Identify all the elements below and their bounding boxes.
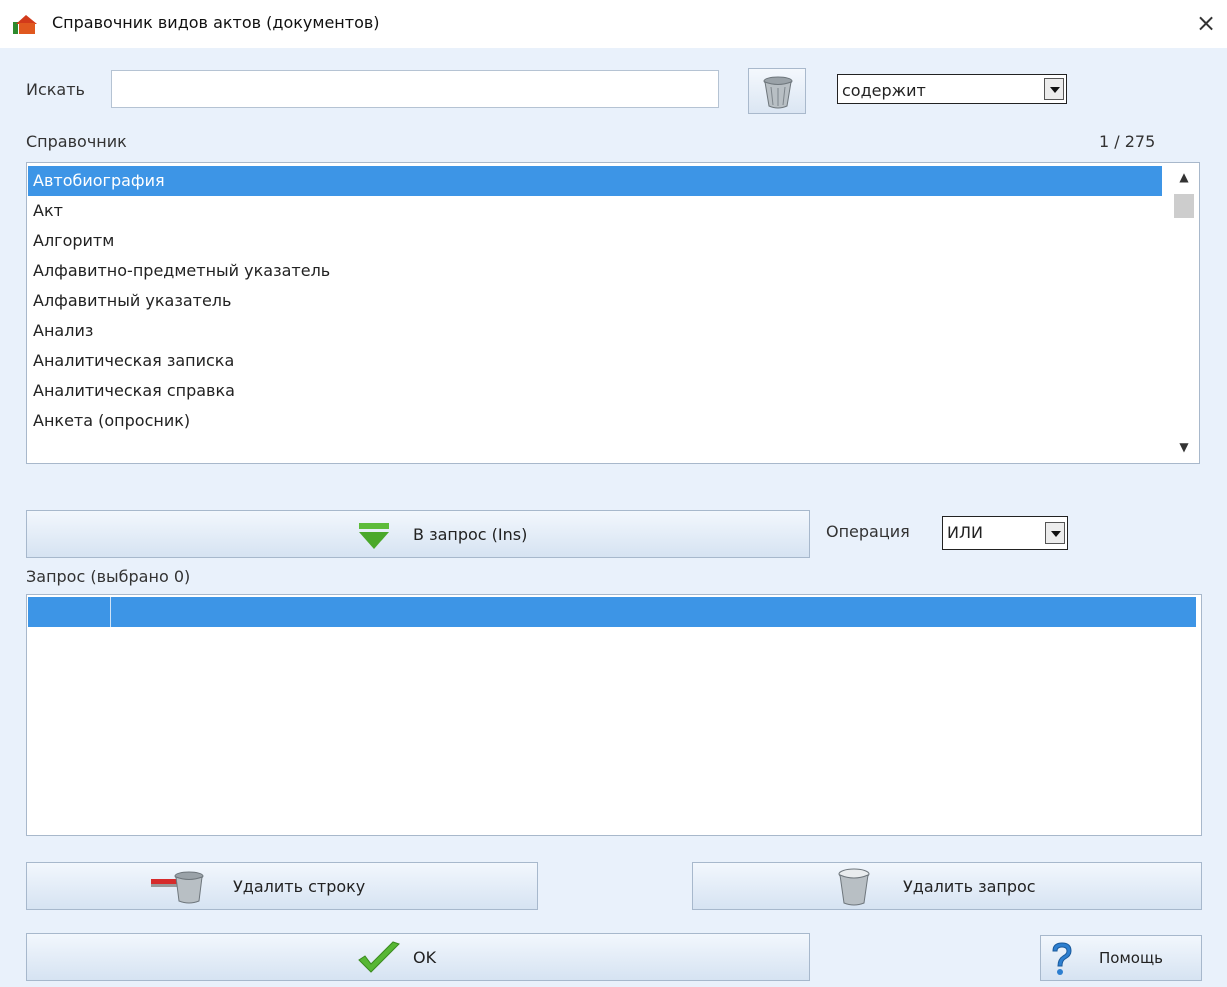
list-item[interactable]: Алфавитный указатель	[28, 286, 1162, 316]
directory-label: Справочник	[26, 132, 127, 151]
ok-label: OK	[413, 947, 437, 967]
add-to-query-button[interactable]: В запрос (Ins)	[26, 510, 810, 558]
list-item[interactable]: Акт	[28, 196, 1162, 226]
trash-icon	[838, 868, 870, 906]
scrollbar-thumb[interactable]	[1174, 194, 1194, 218]
query-grid[interactable]	[26, 594, 1202, 836]
delete-row-icon	[151, 871, 204, 904]
help-button[interactable]: Помощь	[1040, 935, 1202, 981]
directory-scrollbar[interactable]: ▲ ▼	[1170, 164, 1198, 462]
operation-select[interactable]: ИЛИ	[942, 516, 1068, 550]
window-title: Справочник видов актов (документов)	[52, 13, 380, 32]
delete-row-label: Удалить строку	[233, 876, 366, 896]
help-label: Помощь	[1099, 949, 1163, 967]
list-item[interactable]: Автобиография	[28, 166, 1162, 196]
list-item[interactable]: Алфавитно-предметный указатель	[28, 256, 1162, 286]
list-item[interactable]: Аналитическая справка	[28, 376, 1162, 406]
query-label: Запрос (выбрано 0)	[26, 567, 191, 586]
delete-query-label: Удалить запрос	[903, 876, 1036, 896]
delete-row-button[interactable]: Удалить строку	[26, 862, 538, 910]
table-row[interactable]	[28, 597, 1196, 627]
search-mode-select[interactable]: содержит	[837, 74, 1067, 104]
chevron-up-icon[interactable]: ▲	[1176, 170, 1192, 186]
list-item[interactable]: Анкета (опросник)	[28, 406, 1162, 436]
operation-value: ИЛИ	[947, 523, 983, 542]
app-icon	[13, 15, 37, 34]
trash-clear-icon	[763, 76, 793, 109]
search-input[interactable]	[111, 70, 719, 108]
close-icon[interactable]: ×	[1191, 8, 1221, 38]
clear-search-button[interactable]	[748, 68, 806, 114]
checkmark-icon	[358, 941, 400, 973]
directory-counter: 1 / 275	[1099, 132, 1156, 151]
ok-button[interactable]: OK	[26, 933, 810, 981]
search-mode-value: содержит	[842, 81, 926, 100]
operation-label: Операция	[826, 522, 910, 541]
table-cell[interactable]	[28, 597, 111, 627]
dropdown-arrow-icon[interactable]	[1045, 522, 1065, 544]
help-icon	[1052, 942, 1072, 975]
list-item[interactable]: Аналитическая записка	[28, 346, 1162, 376]
add-to-query-label: В запрос (Ins)	[413, 524, 528, 544]
list-item[interactable]: Анализ	[28, 316, 1162, 346]
list-item[interactable]: Алгоритм	[28, 226, 1162, 256]
arrow-down-green-icon	[359, 523, 389, 549]
chevron-down-icon[interactable]: ▼	[1176, 440, 1192, 456]
table-cell[interactable]	[111, 597, 1196, 627]
delete-query-button[interactable]: Удалить запрос	[692, 862, 1202, 910]
search-label: Искать	[26, 80, 85, 99]
dialog-window: Справочник видов актов (документов) × Ис…	[0, 0, 1227, 987]
dropdown-arrow-icon[interactable]	[1044, 78, 1064, 100]
directory-list[interactable]: Автобиография Акт Алгоритм Алфавитно-пре…	[26, 162, 1200, 464]
title-bar: Справочник видов актов (документов) ×	[0, 0, 1227, 48]
